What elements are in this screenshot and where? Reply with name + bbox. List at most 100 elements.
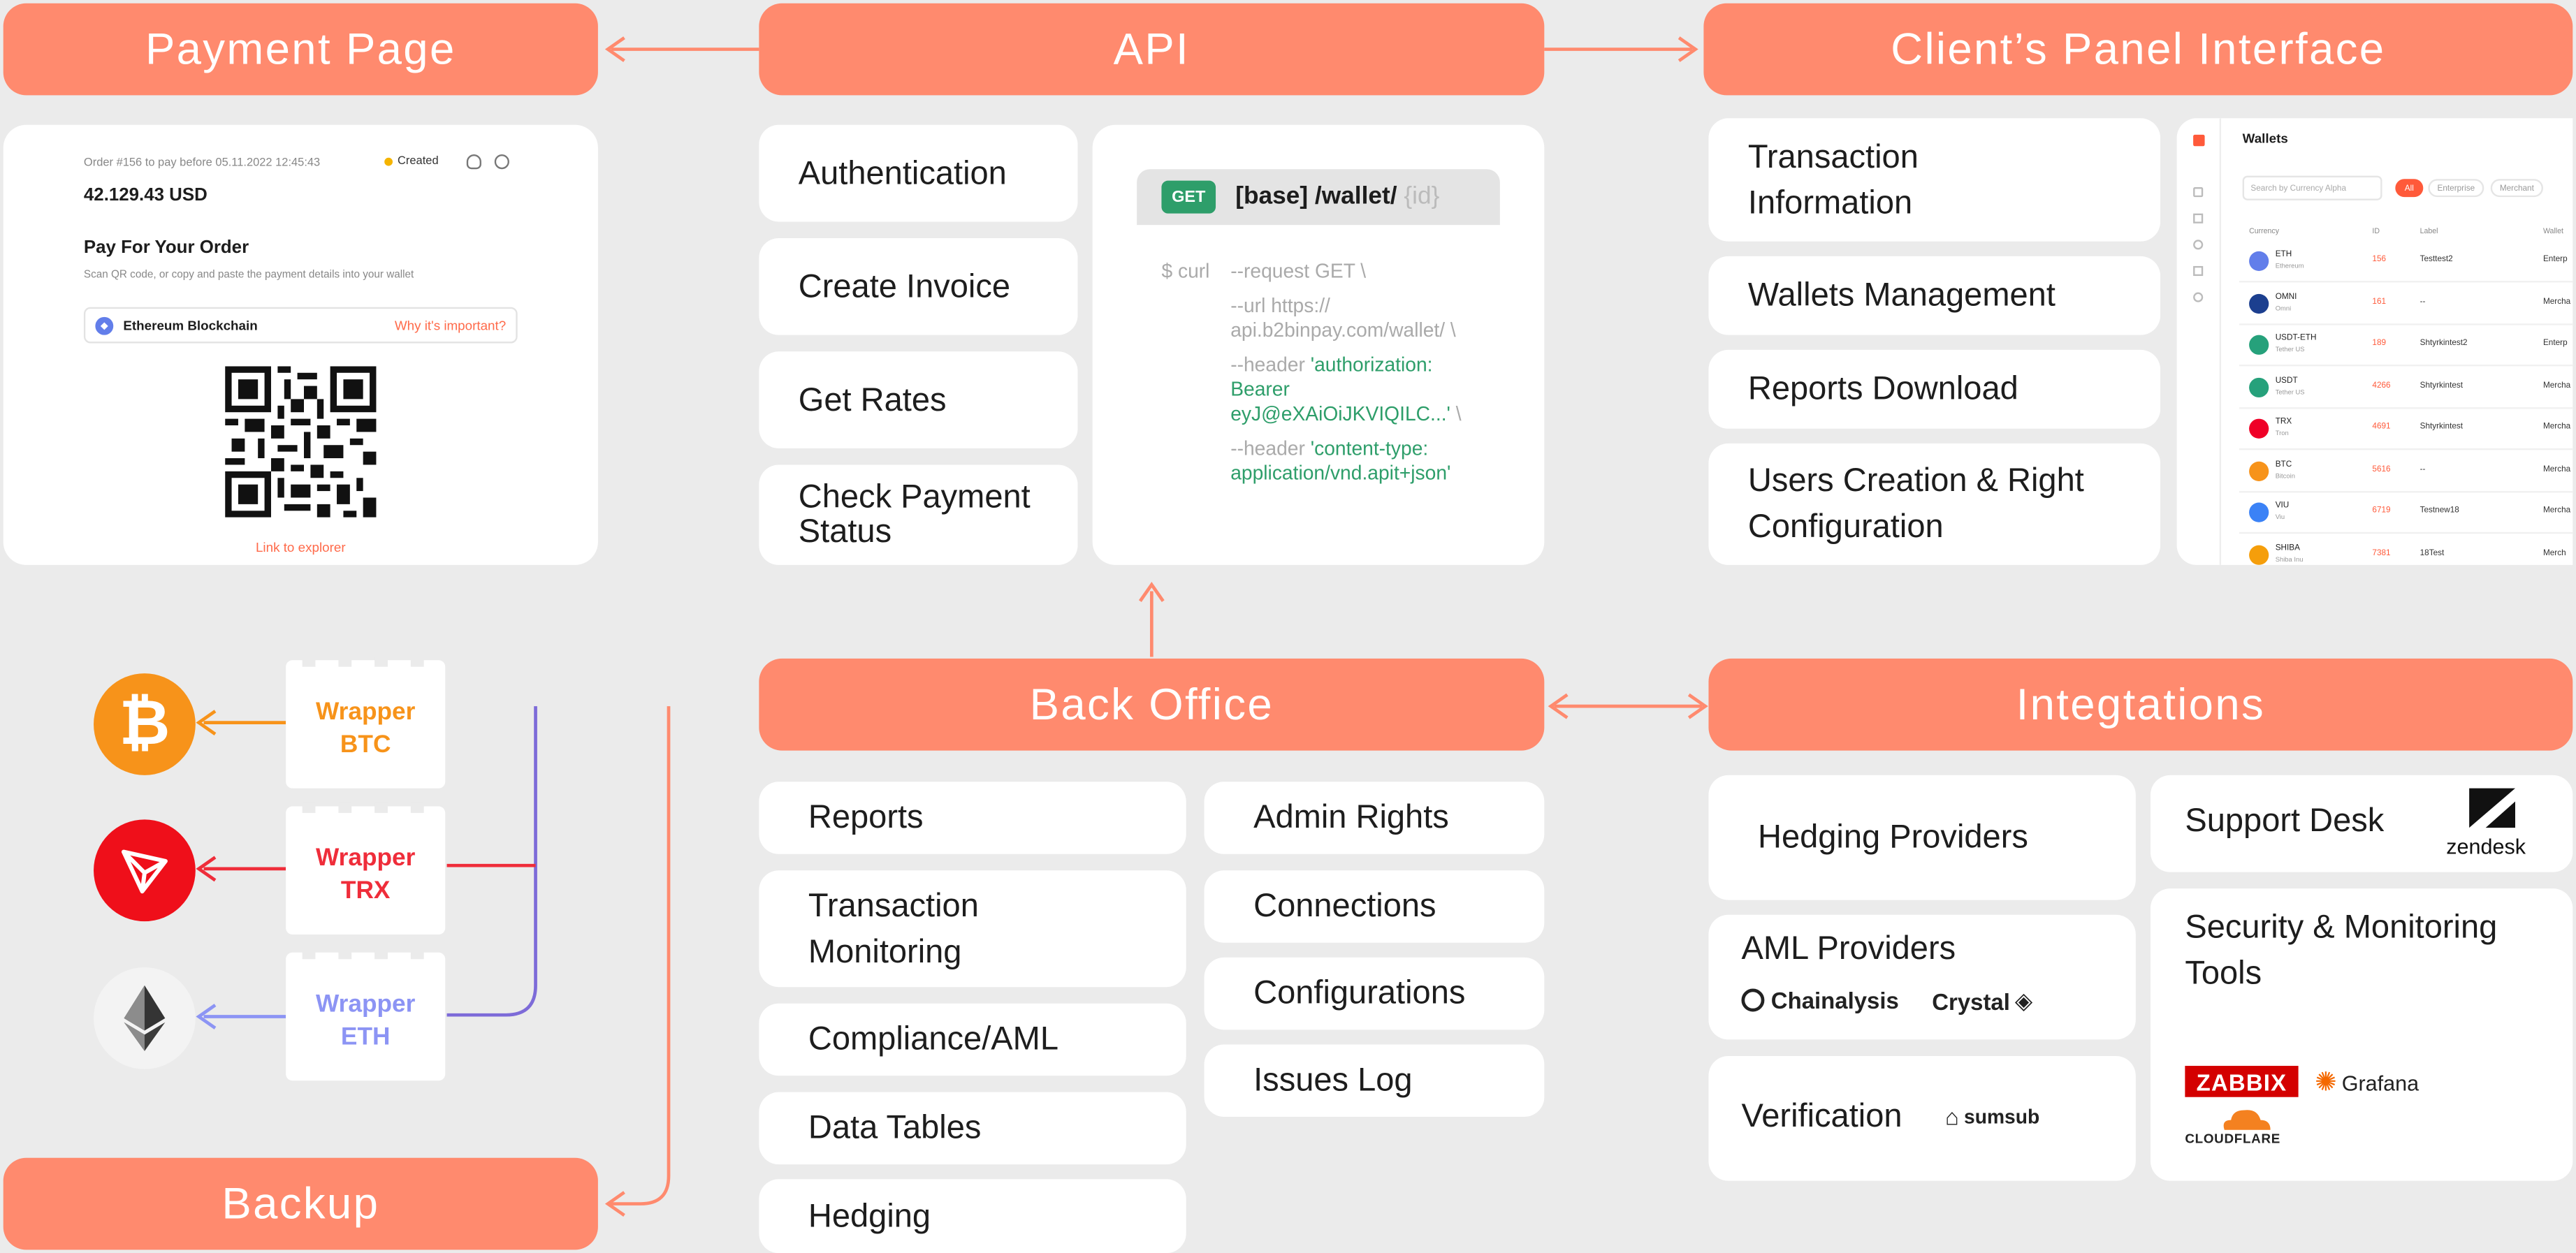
wallet-type: Enterp	[2542, 338, 2568, 349]
curl-command: --request GET \ --url https:// api.b2bin…	[1230, 259, 1462, 485]
nav-wallet-icon[interactable]	[2193, 187, 2204, 198]
zabbix-logo: ZABBIX	[2185, 1066, 2299, 1097]
bo-data-tables: Data Tables	[759, 1092, 1186, 1165]
wallet-currency-icon	[2249, 418, 2269, 439]
wallet-row[interactable]: USDT-ETH Tether US 189 Shtyrkintest2 Enterp	[2239, 325, 2573, 367]
curl-prompt: $ curl	[1161, 259, 1210, 283]
cloudflare-logo: CLOUDFLARE	[2185, 1107, 2300, 1150]
client-transaction-information: Transaction Information	[1708, 118, 2161, 242]
wallet-id: 4691	[2372, 422, 2391, 432]
wallet-symbol: SHIBA	[2275, 543, 2300, 553]
crystal-logo: Crystal ◈	[1932, 987, 2033, 1014]
int-hedging-providers: Hedging Providers	[1708, 775, 2136, 900]
tron-icon	[94, 819, 196, 922]
order-amount: 42.129.43 USD	[83, 185, 208, 205]
wallet-currency-name: Tether US	[2275, 386, 2305, 395]
wallet-symbol: BTC	[2275, 459, 2292, 469]
filter-enterprise[interactable]: Enterprise	[2428, 179, 2484, 198]
wallet-currency-name: Shiba Inu	[2275, 554, 2304, 563]
wallet-row[interactable]: ETH Ethereum 156 Testtest2 Enterp	[2239, 242, 2573, 283]
status-dot-icon	[384, 157, 393, 166]
wallet-currency-name: Bitcoin	[2275, 470, 2295, 479]
qr-code	[225, 366, 377, 518]
integrations-header: Integtations	[1708, 658, 2573, 751]
globe-icon[interactable]	[494, 154, 509, 170]
wallet-id: 7381	[2372, 548, 2391, 558]
wallet-currency-name: Tether US	[2275, 344, 2305, 353]
bo-hedging: Hedging	[759, 1179, 1186, 1253]
filter-all[interactable]: All	[2395, 179, 2424, 198]
nav-support-icon[interactable]	[2193, 292, 2204, 302]
wallet-currency-icon	[2249, 251, 2269, 271]
back-office-header: Back Office	[759, 658, 1545, 751]
nav-transfer-icon[interactable]	[2193, 265, 2204, 277]
chainalysis-logo: Chainalysis	[1741, 987, 1899, 1013]
client-wallets-management: Wallets Management	[1708, 256, 2161, 335]
wallet-type: Mercha	[2542, 296, 2571, 307]
wallet-row[interactable]: OMNI Omni 161 -- Mercha	[2239, 284, 2573, 325]
sumsub-icon: ⌂	[1945, 1104, 1959, 1130]
wallet-type: Mercha	[2542, 506, 2571, 516]
nav-clock-icon[interactable]	[2193, 240, 2204, 250]
api-code-panel: GET [base] /wallet/ {id} $ curl --reques…	[1092, 124, 1545, 565]
support-desk-title: Support Desk	[2185, 803, 2385, 840]
api-header: API	[759, 3, 1545, 96]
nav-bank-icon[interactable]	[2193, 213, 2204, 224]
wallet-id: 156	[2372, 254, 2387, 265]
network-selector[interactable]: ◆ Ethereum Blockchain Why it's important…	[83, 307, 518, 344]
int-aml-providers: AML Providers Chainalysis Crystal ◈	[1708, 914, 2136, 1040]
aml-title: AML Providers	[1741, 931, 1956, 967]
architecture-diagram: Payment Page API Client’s Panel Interfac…	[0, 0, 2576, 1253]
wallet-label: Testtest2	[2419, 254, 2453, 265]
backup-header: Backup	[3, 1157, 598, 1250]
pay-title: Pay For Your Order	[83, 237, 249, 258]
client-reports-download: Reports Download	[1708, 349, 2161, 429]
wallet-label: Testnew18	[2419, 506, 2459, 516]
support-icon[interactable]	[466, 154, 481, 170]
wrapper-eth: Wrapper ETH	[286, 949, 446, 1081]
api-create-invoice: Create Invoice	[759, 237, 1078, 335]
sumsub-logo: ⌂ sumsub	[1945, 1104, 2040, 1130]
wallet-type: Mercha	[2542, 422, 2571, 432]
wallet-symbol: USDT	[2275, 375, 2298, 386]
wallet-row[interactable]: TRX Tron 4691 Shtyrkintest Mercha	[2239, 409, 2573, 450]
ethereum-coin-icon	[94, 967, 196, 1069]
wallet-currency-name: Viu	[2275, 512, 2285, 521]
api-authentication: Authentication	[759, 124, 1078, 222]
zendesk-label: zendesk	[2446, 834, 2526, 859]
crystal-diamond-icon: ◈	[2014, 987, 2033, 1013]
wallet-row[interactable]: VIU Viu 6719 Testnew18 Mercha	[2239, 492, 2573, 534]
grafana-logo: ✺ Grafana	[2315, 1066, 2419, 1099]
wallet-label: Shtyrkintest	[2419, 422, 2464, 432]
wallet-id: 6719	[2372, 506, 2391, 516]
filter-merchant[interactable]: Merchant	[2490, 179, 2543, 198]
bitcoin-icon: ₿	[94, 673, 196, 775]
wallet-label: Shtyrkintest2	[2419, 338, 2468, 349]
int-security-monitoring: Security & Monitoring Tools ZABBIX ✺ Gra…	[2150, 888, 2573, 1181]
wallet-symbol: USDT-ETH	[2275, 333, 2317, 344]
status-badge: Created	[384, 156, 439, 168]
wallet-symbol: ETH	[2275, 249, 2292, 260]
bo-transaction-monitoring: Transaction Monitoring	[759, 870, 1186, 988]
wallet-row[interactable]: SHIBA Shiba Inu 7381 18Test Merch	[2239, 534, 2573, 565]
http-method-badge: GET	[1161, 180, 1216, 214]
wallet-currency-name: Tron	[2275, 428, 2289, 437]
why-important-link[interactable]: Why it's important?	[395, 318, 506, 333]
wallet-symbol: VIU	[2275, 501, 2290, 511]
ethereum-icon: ◆	[95, 316, 114, 335]
endpoint-bar: GET [base] /wallet/ {id}	[1137, 169, 1500, 226]
wallet-currency-icon	[2249, 502, 2269, 522]
verification-title: Verification	[1741, 1099, 1902, 1135]
api-check-payment-status: Check Payment Status	[759, 464, 1078, 565]
wallet-row[interactable]: BTC Bitcoin 5616 -- Mercha	[2239, 450, 2573, 492]
bo-compliance-aml: Compliance/AML	[759, 1003, 1186, 1076]
wallets-mockup: Wallets Search by Currency Alpha All Ent…	[2176, 118, 2573, 565]
cloudflare-cloud-icon	[2223, 1110, 2271, 1130]
explorer-link[interactable]: Link to explorer	[3, 541, 598, 555]
wallets-search-input[interactable]: Search by Currency Alpha	[2242, 175, 2382, 200]
wallet-label: 18Test	[2419, 548, 2445, 558]
order-info: Order #156 to pay before 05.11.2022 12:4…	[83, 157, 321, 170]
wallet-type: Mercha	[2542, 380, 2571, 390]
pay-instruction: Scan QR code, or copy and paste the paym…	[83, 269, 414, 281]
wallet-row[interactable]: USDT Tether US 4266 Shtyrkintest Mercha	[2239, 367, 2573, 409]
